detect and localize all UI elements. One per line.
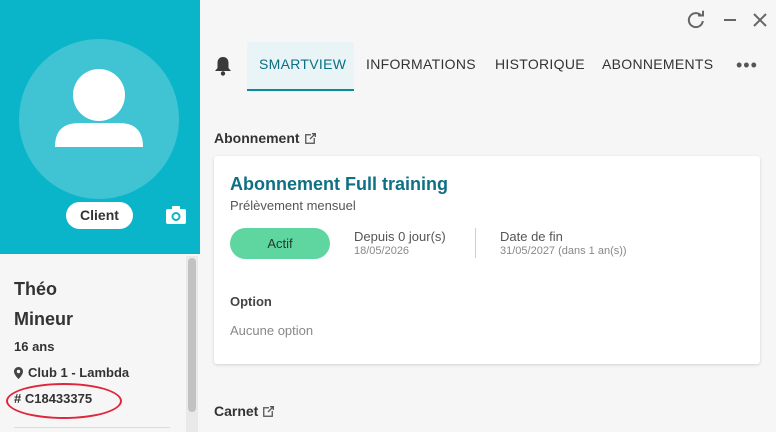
refresh-icon[interactable] [686,10,706,30]
carnet-section-title[interactable]: Carnet [214,403,275,419]
subscription-card[interactable]: Abonnement Full training Prélèvement men… [214,156,760,364]
divider [475,228,476,258]
billing-type: Prélèvement mensuel [230,198,356,213]
subscription-section-label: Abonnement [214,130,300,146]
scrollbar-thumb[interactable] [188,258,196,412]
last-name: Mineur [14,309,74,329]
tab-historique[interactable]: HISTORIQUE [495,42,585,91]
club-label: Club 1 - Lambda [28,365,130,380]
minimize-icon[interactable] [720,10,740,30]
end-date-label: Date de fin [500,229,563,244]
avatar[interactable] [19,39,179,199]
since-date: 18/05/2026 [354,245,410,257]
highlight-annotation [6,383,122,419]
close-icon[interactable] [750,10,770,30]
user-silhouette-icon [55,69,143,147]
end-date: 31/05/2027 (dans 1 an(s)) [500,245,627,257]
tab-informations[interactable]: INFORMATIONS [366,42,476,91]
external-link-icon[interactable] [263,405,275,417]
external-link-icon[interactable] [304,132,316,144]
age: 16 ans [14,339,55,354]
tab-abonnements[interactable]: ABONNEMENTS [602,42,713,91]
carnet-section-label: Carnet [214,403,259,419]
club: Club 1 - Lambda [14,365,129,380]
camera-icon[interactable] [165,205,187,225]
first-name: Théo [14,279,57,299]
bell-icon[interactable] [213,55,233,77]
option-value: Aucune option [230,323,314,338]
divider [14,427,170,428]
location-pin-icon [14,366,23,379]
more-tabs-button[interactable]: ••• [736,55,758,76]
subscription-name[interactable]: Abonnement Full training [230,174,448,195]
status-badge[interactable]: Actif [230,228,330,259]
option-title: Option [230,294,272,309]
client-badge[interactable]: Client [66,202,133,229]
tab-smartview[interactable]: SMARTVIEW [247,42,354,91]
subscription-section-title[interactable]: Abonnement [214,130,316,146]
since-label: Depuis 0 jour(s) [354,229,446,244]
